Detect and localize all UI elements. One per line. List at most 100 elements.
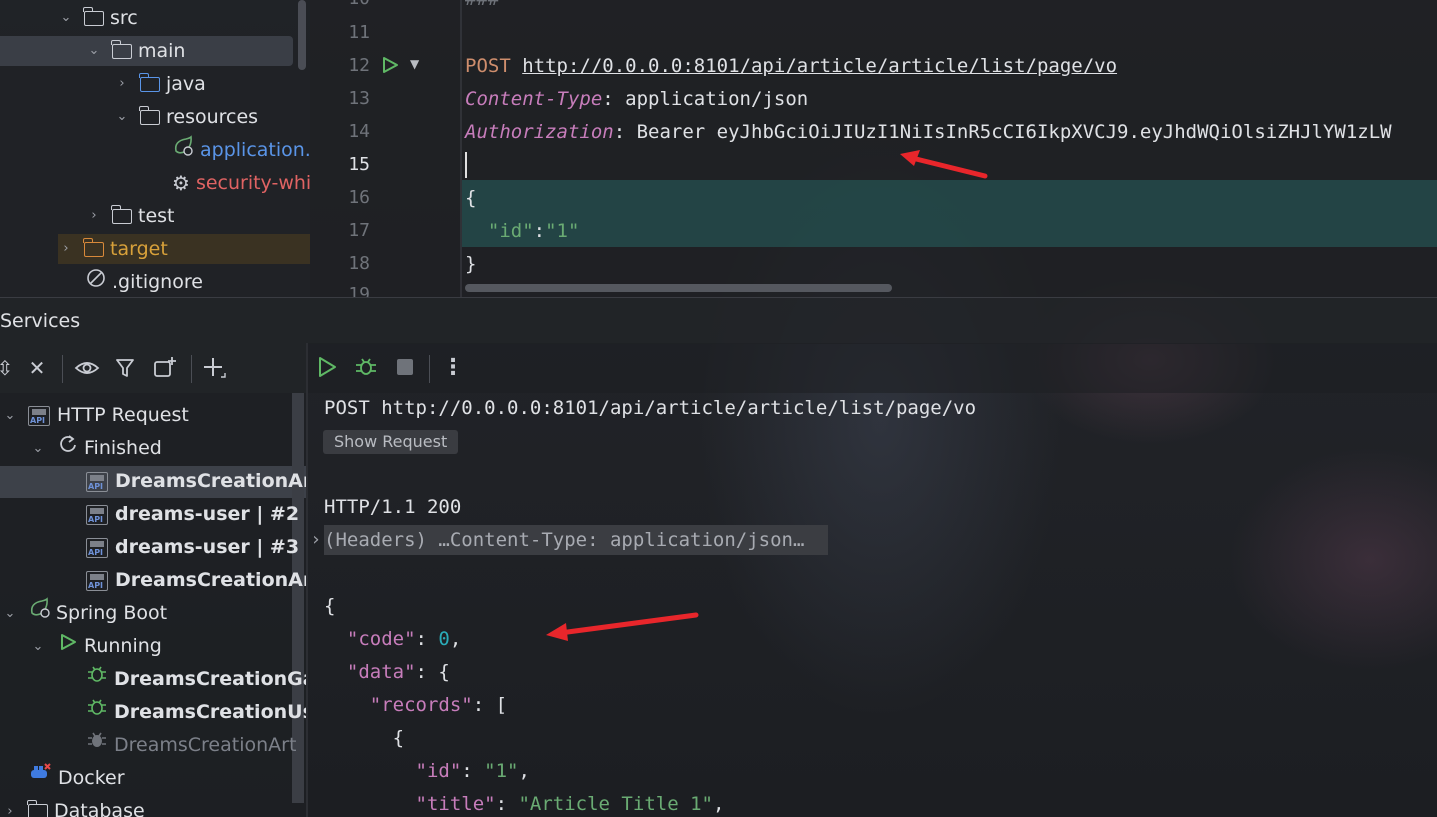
resources-folder-icon: [139, 105, 160, 125]
services-item-finished[interactable]: ⌄ Finished: [30, 432, 162, 465]
run-options-dropdown[interactable]: ▼: [410, 57, 419, 71]
tree-item-label: .gitignore: [112, 271, 203, 293]
project-tree: ⌄ src ⌄ main › java ⌄ resources applicat…: [0, 0, 310, 297]
http-request-editor[interactable]: 10 11 12 13 14 15 16 17 18 19 ▼ ### POST…: [310, 0, 1437, 297]
services-item-docker[interactable]: Docker: [28, 762, 125, 795]
tree-item-src[interactable]: ⌄ src: [58, 3, 138, 33]
eye-icon[interactable]: [74, 355, 100, 381]
http-method: POST: [465, 55, 511, 77]
body-field-id: "id":"1": [487, 220, 580, 242]
json-value: "Article Title 1": [518, 793, 713, 815]
services-item-label: DreamsCreationUse: [114, 701, 306, 723]
services-item-database[interactable]: › Database: [2, 795, 145, 817]
services-item-label: DreamsCreationArt: [114, 734, 297, 756]
show-request-button[interactable]: Show Request: [323, 430, 459, 454]
services-item-request[interactable]: API dreams-user | #3 S: [86, 531, 306, 564]
folder-icon: [111, 39, 132, 59]
services-title: Services: [0, 310, 81, 332]
api-icon: API: [86, 537, 108, 558]
docker-icon: [28, 762, 52, 795]
json-key: "records": [369, 694, 473, 716]
services-item-running[interactable]: ⌄ Running: [30, 630, 162, 663]
response-status: HTTP/1.1 200: [324, 496, 462, 518]
json-body-highlight: [462, 180, 1437, 247]
chevron-right-icon[interactable]: ›: [114, 69, 130, 99]
tree-item-label: src: [110, 7, 138, 29]
toolbar-separator: [62, 355, 63, 383]
text-caret: [465, 152, 467, 178]
chevron-down-icon[interactable]: ⌄: [30, 432, 46, 465]
tree-item-target[interactable]: › target: [58, 234, 310, 264]
chevron-down-icon[interactable]: ⌄: [58, 3, 74, 33]
chevron-down-icon[interactable]: ⌄: [114, 102, 130, 132]
expand-all-icon[interactable]: ⇳: [0, 355, 18, 381]
services-item-label: Spring Boot: [56, 602, 168, 624]
chevron-right-icon[interactable]: ›: [86, 201, 102, 231]
services-item-label: Database: [54, 800, 145, 817]
services-item-request[interactable]: API dreams-user | #2 S: [86, 498, 306, 531]
line-number: 18: [348, 253, 370, 274]
gutter-separator: [460, 0, 462, 297]
services-item-app[interactable]: DreamsCreationGat: [86, 663, 306, 696]
tree-item-label: test: [138, 205, 175, 227]
tree-item-test[interactable]: › test: [86, 201, 175, 231]
services-item-label: Finished: [84, 437, 162, 459]
services-tool-window-header: Services: [0, 297, 1437, 344]
services-item-label: DreamsCreationArt: [115, 470, 306, 492]
json-value: "1": [545, 220, 580, 242]
request-url[interactable]: http://0.0.0.0:8101/api/article/article/…: [522, 55, 1117, 77]
chevron-right-icon[interactable]: ›: [2, 795, 18, 817]
chevron-right-icon[interactable]: ›: [308, 529, 324, 550]
tree-item-main[interactable]: ⌄ main: [86, 36, 185, 66]
collapse-all-icon[interactable]: ✕: [24, 355, 50, 381]
add-icon[interactable]: [201, 355, 227, 381]
debug-bug-icon: [86, 729, 108, 762]
json-open-brace: {: [324, 595, 336, 617]
run-request-button[interactable]: [380, 55, 400, 80]
services-item-app-stopped[interactable]: DreamsCreationArt: [86, 729, 296, 762]
tree-item-label: resources: [166, 106, 259, 128]
chevron-down-icon[interactable]: ⌄: [2, 597, 18, 630]
json-title-line: "title": "Article Title 1",: [415, 793, 725, 815]
tree-scrollbar[interactable]: [298, 0, 306, 70]
tree-item-application-yml[interactable]: application.y: [160, 134, 310, 165]
chevron-down-icon[interactable]: ⌄: [86, 36, 102, 66]
services-item-spring-boot[interactable]: ⌄ Spring Boot: [2, 597, 167, 630]
request-separator: ###: [465, 0, 499, 10]
services-item-app[interactable]: DreamsCreationUse: [86, 696, 306, 729]
services-item-request[interactable]: API DreamsCreationArt: [86, 564, 306, 597]
folder-icon: [27, 800, 48, 817]
services-item-http-request[interactable]: ⌄ API HTTP Request: [2, 399, 189, 432]
editor-horizontal-scrollbar[interactable]: [465, 284, 892, 292]
chevron-down-icon[interactable]: ⌄: [2, 399, 18, 432]
tree-item-security-white[interactable]: ⚙ security-whi: [160, 168, 310, 198]
tree-item-resources[interactable]: ⌄ resources: [114, 102, 258, 132]
services-item-request[interactable]: API DreamsCreationArt: [86, 465, 306, 498]
tree-item-label: java: [166, 73, 206, 95]
run-icon[interactable]: [314, 355, 340, 381]
debug-bug-icon: [86, 696, 108, 729]
tree-item-java[interactable]: › java: [114, 69, 206, 99]
chevron-right-icon[interactable]: ›: [58, 234, 74, 264]
excluded-folder-icon: [83, 237, 104, 257]
more-icon[interactable]: ⋮: [440, 355, 466, 381]
stop-icon[interactable]: [392, 355, 418, 381]
filter-icon[interactable]: [113, 355, 139, 381]
json-key: "id": [487, 220, 534, 242]
line-number: 17: [348, 220, 370, 241]
json-value: 0: [438, 628, 450, 650]
request-summary: POST http://0.0.0.0:8101/api/article/art…: [324, 397, 977, 419]
source-folder-icon: [139, 72, 160, 92]
json-record-open: {: [324, 727, 405, 749]
chevron-down-icon[interactable]: ⌄: [30, 630, 46, 663]
tree-item-gitignore[interactable]: .gitignore: [74, 267, 203, 297]
header-key: Content-Type: [465, 88, 603, 110]
run-icon[interactable]: [380, 55, 400, 75]
new-service-icon[interactable]: [152, 355, 178, 381]
json-records-line: "records": [: [369, 694, 508, 716]
headers-fold[interactable]: (Headers) …Content-Type: application/jso…: [324, 525, 828, 555]
line-number: 10: [330, 0, 370, 9]
debug-icon[interactable]: [353, 355, 379, 381]
response-toolbar: ⋮: [308, 343, 1437, 393]
request-line: POST http://0.0.0.0:8101/api/article/art…: [465, 55, 1117, 77]
